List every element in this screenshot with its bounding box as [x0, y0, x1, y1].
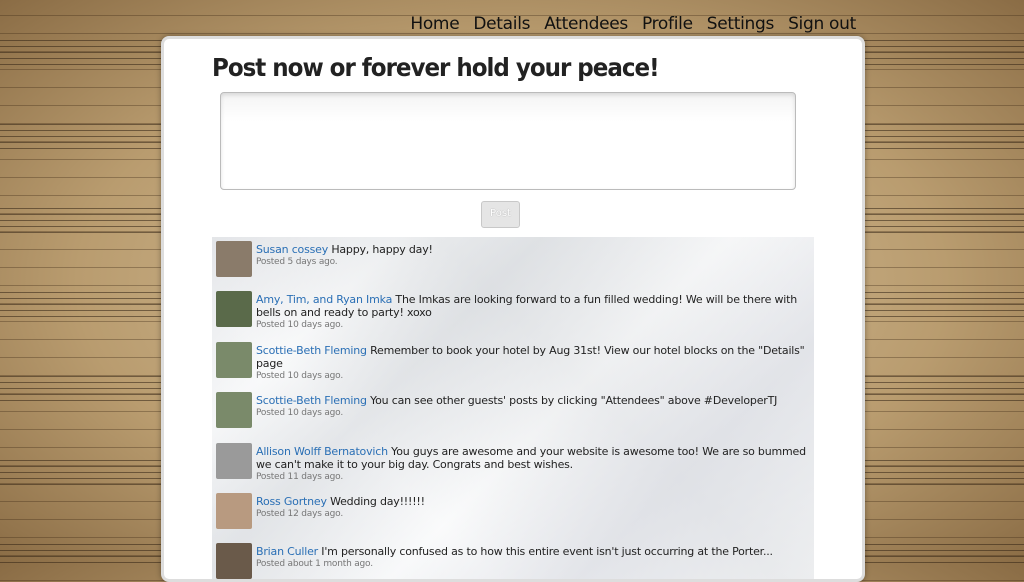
author-link[interactable]: Scottie-Beth Fleming — [256, 344, 367, 357]
feed-item-text: Allison Wolff Bernatovich You guys are a… — [256, 445, 812, 483]
feed-item: Allison Wolff Bernatovich You guys are a… — [212, 439, 814, 489]
sheet-music-background-right — [864, 0, 1024, 565]
feed-item-text: Scottie-Beth Fleming You can see other g… — [256, 394, 812, 419]
feed-item-text: Brian Culler I'm personally confused as … — [256, 545, 812, 570]
feed-item-text: Amy, Tim, and Ryan Imka The Imkas are lo… — [256, 293, 812, 331]
feed-item: Susan cossey Happy, happy day! Posted 5 d… — [212, 237, 814, 287]
nav-settings[interactable]: Settings — [707, 14, 775, 34]
feed-item: Brian Culler I'm personally confused as … — [212, 539, 814, 579]
posted-timestamp: Posted 10 days ago. — [256, 408, 343, 419]
avatar[interactable] — [216, 492, 252, 529]
nav-attendees[interactable]: Attendees — [544, 14, 628, 34]
avatar[interactable] — [216, 392, 252, 429]
feed-item: Scottie-Beth Fleming Remember to book yo… — [212, 338, 814, 388]
feed-item: Scottie-Beth Fleming You can see other g… — [212, 388, 814, 438]
post-textarea[interactable] — [220, 92, 796, 190]
main-panel: Post now or forever hold your peace! Pos… — [161, 36, 865, 582]
nav-sign-out[interactable]: Sign out — [788, 14, 856, 34]
feed-item-text: Scottie-Beth Fleming Remember to book yo… — [256, 344, 812, 382]
feed-item-text: Ross Gortney Wedding day!!!!!! Posted 12 … — [256, 495, 812, 520]
posted-timestamp: Posted about 1 month ago. — [256, 559, 373, 570]
feed-item: Ross Gortney Wedding day!!!!!! Posted 12 … — [212, 489, 814, 539]
author-link[interactable]: Brian Culler — [256, 545, 318, 558]
author-link[interactable]: Ross Gortney — [256, 495, 327, 508]
nav-home[interactable]: Home — [410, 14, 459, 34]
page-title: Post now or forever hold your peace! — [212, 53, 660, 82]
posted-timestamp: Posted 10 days ago. — [256, 370, 343, 381]
posted-timestamp: Posted 11 days ago. — [256, 471, 343, 482]
feed-item-text: Susan cossey Happy, happy day! Posted 5 d… — [256, 243, 812, 268]
message-text: You can see other guests' posts by click… — [370, 394, 778, 408]
author-link[interactable]: Susan cossey — [256, 243, 328, 256]
avatar[interactable] — [216, 291, 252, 328]
posted-timestamp: Posted 12 days ago. — [256, 508, 343, 519]
avatar[interactable] — [216, 341, 252, 378]
posted-timestamp: Posted 10 days ago. — [256, 320, 343, 331]
avatar[interactable] — [216, 442, 252, 479]
author-link[interactable]: Scottie-Beth Fleming — [256, 394, 367, 407]
posted-timestamp: Posted 5 days ago. — [256, 257, 338, 267]
post-button[interactable]: Post — [481, 201, 520, 228]
message-text: Wedding day!!!!!! — [330, 494, 425, 508]
nav-details[interactable]: Details — [473, 14, 530, 34]
avatar[interactable] — [216, 543, 252, 579]
message-text: I'm personally confused as to how this e… — [321, 545, 773, 559]
author-link[interactable]: Allison Wolff Bernatovich — [256, 445, 388, 458]
avatar[interactable] — [216, 241, 252, 277]
nav-profile[interactable]: Profile — [642, 14, 693, 34]
author-link[interactable]: Amy, Tim, and Ryan Imka — [256, 293, 392, 306]
sheet-music-background-left — [0, 0, 170, 565]
feed-item: Amy, Tim, and Ryan Imka The Imkas are lo… — [212, 287, 814, 337]
post-feed: Susan cossey Happy, happy day! Posted 5 d… — [212, 237, 814, 579]
top-navigation: Home Details Attendees Profile Settings … — [410, 14, 856, 34]
message-text: Happy, happy day! — [331, 243, 433, 256]
